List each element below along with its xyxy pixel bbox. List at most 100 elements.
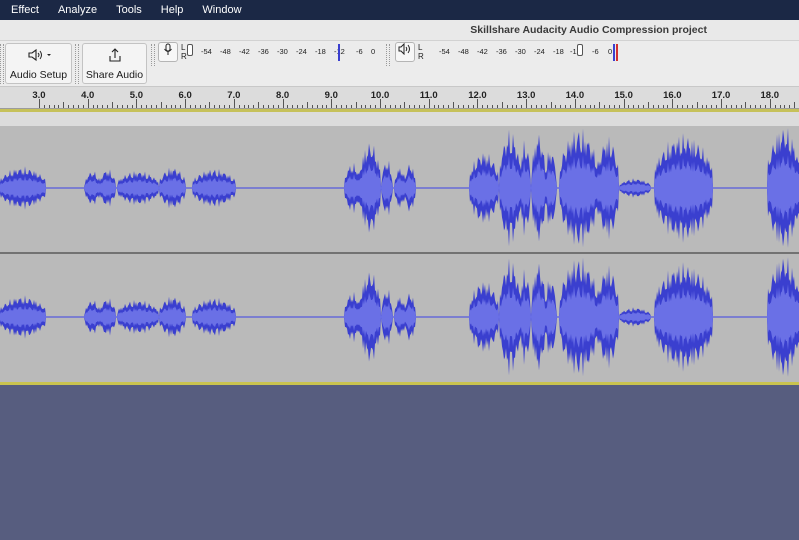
ruler-tick	[233, 99, 235, 108]
ruler-tick	[677, 105, 679, 108]
ruler-tick	[38, 99, 40, 108]
ruler-tick	[740, 105, 742, 108]
record-meter-tick: -42	[239, 47, 250, 56]
window-title-bar: Skillshare Audacity Audio Compression pr…	[0, 20, 799, 41]
record-meter-marker	[338, 44, 340, 61]
ruler-tick	[43, 105, 45, 108]
ruler-tick	[82, 105, 84, 108]
share-audio-button[interactable]: Share Audio	[82, 43, 147, 84]
ruler-tick	[384, 105, 386, 108]
ruler-tick	[380, 99, 381, 108]
ruler-tick	[316, 105, 318, 108]
ruler-tick	[501, 102, 503, 108]
toolbar-grip[interactable]	[0, 44, 4, 84]
microphone-icon[interactable]	[158, 42, 178, 62]
ruler-tick	[326, 105, 328, 108]
menu-effect[interactable]: Effect	[3, 0, 47, 20]
menu-bar: Effect Analyze Tools Help Window	[0, 0, 799, 20]
ruler-tick	[716, 105, 718, 108]
ruler-tick	[68, 105, 70, 108]
playback-meter-tick: -42	[477, 47, 488, 56]
speaker-icon[interactable]	[395, 42, 415, 62]
ruler-tick	[321, 105, 323, 108]
stereo-waveform[interactable]	[0, 126, 799, 382]
share-icon	[83, 44, 146, 64]
ruler-tick	[204, 105, 206, 108]
ruler-tick	[448, 105, 450, 108]
timeline-ruler[interactable]: 3.0 4.0 5.0 6.0 7.0 8.0 9.0 10.0 11.0 12.0 13.0 14.…	[0, 87, 799, 109]
ruler-tick	[760, 105, 762, 108]
ruler-tick	[570, 105, 572, 108]
ruler-tick	[258, 102, 260, 108]
ruler-tick	[389, 105, 391, 108]
ruler-tick	[336, 105, 338, 108]
ruler-tick	[701, 105, 703, 108]
playback-meter-tick: 0	[608, 47, 613, 56]
record-meter-tick: -48	[220, 47, 231, 56]
ruler-tick	[345, 105, 347, 108]
ruler-tick	[277, 105, 279, 108]
ruler-tick	[643, 105, 645, 108]
ruler-tick	[472, 105, 474, 108]
ruler-tick	[750, 105, 752, 108]
share-audio-label: Share Audio	[85, 69, 144, 81]
record-meter-tick: -54	[201, 47, 212, 56]
ruler-tick	[151, 105, 153, 108]
menu-analyze[interactable]: Analyze	[50, 0, 105, 20]
ruler-tick	[735, 105, 737, 108]
record-meter-channel-l: L	[181, 43, 186, 52]
ruler-tick	[199, 105, 201, 108]
audio-setup-label: Audio Setup	[9, 69, 68, 81]
ruler-tick	[97, 105, 99, 108]
menu-help[interactable]: Help	[153, 0, 192, 20]
ruler-tick	[399, 105, 401, 108]
ruler-tick	[404, 102, 406, 108]
record-meter-tick: -18	[315, 47, 326, 56]
ruler-tick	[311, 105, 313, 108]
ruler-tick	[560, 105, 562, 108]
ruler-tick	[599, 102, 601, 108]
window-title: Skillshare Audacity Audio Compression pr…	[470, 24, 707, 36]
ruler-tick	[365, 105, 367, 108]
ruler-tick	[87, 99, 89, 108]
menu-tools[interactable]: Tools	[108, 0, 150, 20]
toolbar-grip[interactable]	[75, 44, 79, 84]
ruler-tick	[73, 105, 75, 108]
ruler-tick	[647, 102, 649, 108]
ruler-tick	[107, 105, 109, 108]
menu-window[interactable]: Window	[194, 0, 249, 20]
ruler-tick	[53, 105, 55, 108]
ruler-tick	[48, 105, 50, 108]
ruler-tick	[302, 105, 304, 108]
ruler-tick	[545, 105, 547, 108]
ruler-tick	[633, 105, 635, 108]
playback-level-slider[interactable]	[577, 44, 583, 56]
empty-track-area[interactable]	[0, 385, 799, 540]
ruler-tick	[789, 105, 791, 108]
audio-setup-button[interactable]: Audio Setup	[5, 43, 72, 84]
ruler-tick	[180, 105, 182, 108]
record-meter-tick: 0	[371, 47, 376, 56]
playback-meter-tick: -54	[439, 47, 450, 56]
playback-meter-clip-marker	[616, 44, 618, 61]
ruler-tick	[691, 105, 693, 108]
ruler-tick	[219, 105, 221, 108]
ruler-tick	[657, 105, 659, 108]
ruler-tick	[306, 102, 308, 108]
ruler-tick	[409, 105, 411, 108]
ruler-tick	[175, 105, 177, 108]
toolbar-grip[interactable]	[386, 44, 390, 66]
playback-meter-tick: -30	[515, 47, 526, 56]
ruler-tick	[608, 105, 610, 108]
ruler-tick	[360, 105, 362, 108]
ruler-tick	[462, 105, 464, 108]
ruler-tick	[638, 105, 640, 108]
playback-meter[interactable]: L R -54 -48 -42 -36 -30 -24 -18 -12 -6 0	[395, 42, 625, 62]
ruler-tick	[755, 105, 757, 108]
record-level-slider[interactable]	[187, 44, 193, 56]
audio-track[interactable]	[0, 126, 799, 382]
ruler-tick	[165, 105, 167, 108]
record-meter[interactable]: L R -54 -48 -42 -36 -30 -24 -18 -12 -6 0	[158, 42, 382, 62]
toolbar-grip[interactable]	[151, 44, 155, 66]
ruler-tick	[355, 102, 357, 108]
